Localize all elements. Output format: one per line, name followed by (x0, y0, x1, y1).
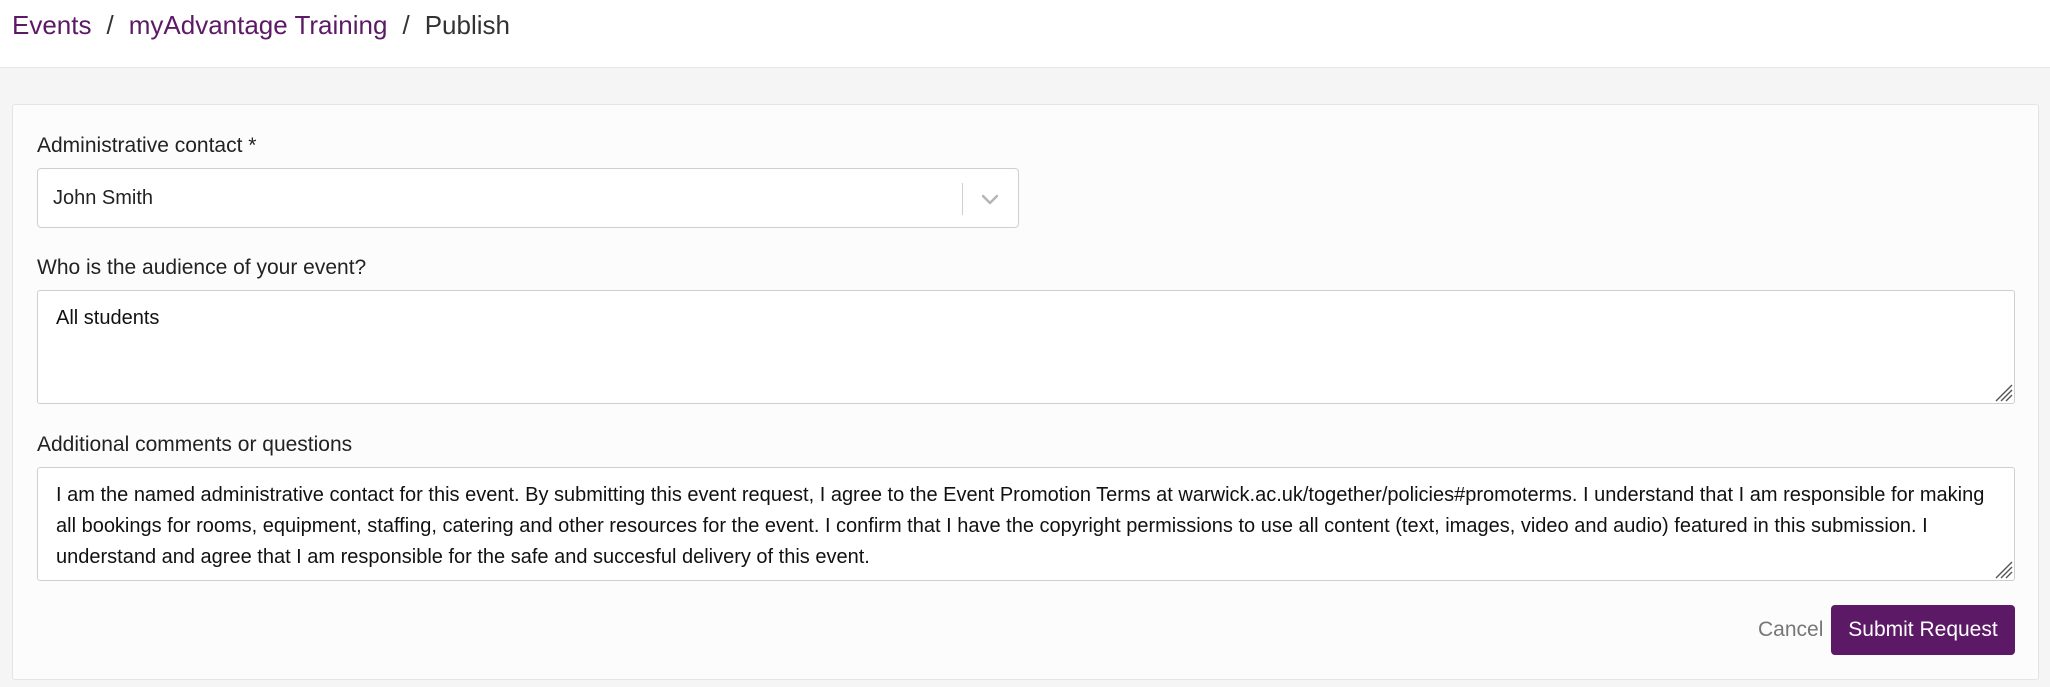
comments-textarea[interactable]: I am the named administrative contact fo… (37, 467, 2015, 581)
breadcrumb-events-link[interactable]: Events (12, 10, 92, 40)
breadcrumb-separator: / (106, 10, 114, 40)
audience-label: Who is the audience of your event? (37, 256, 367, 279)
publish-form-card: Administrative contact * John Smith Who … (12, 104, 2039, 680)
audience-textarea[interactable]: All students (37, 290, 2015, 404)
comments-text: I am the named administrative contact fo… (56, 484, 1985, 568)
resize-grip-icon[interactable] (1991, 557, 2013, 579)
breadcrumb: Events / myAdvantage Training / Publish (12, 10, 510, 40)
cancel-button[interactable]: Cancel (1748, 605, 1833, 655)
top-bar: Events / myAdvantage Training / Publish (0, 0, 2050, 68)
submit-request-button[interactable]: Submit Request (1831, 605, 2015, 655)
breadcrumb-separator: / (402, 10, 410, 40)
comments-label: Additional comments or questions (37, 433, 353, 456)
admin-contact-label: Administrative contact * (37, 134, 257, 157)
admin-contact-select[interactable]: John Smith (37, 168, 1019, 228)
select-divider (962, 183, 963, 215)
chevron-down-icon[interactable] (978, 187, 1002, 211)
breadcrumb-current-page: Publish (424, 10, 510, 40)
admin-contact-value: John Smith (53, 187, 154, 209)
resize-grip-icon[interactable] (1991, 380, 2013, 402)
audience-text: All students (56, 307, 160, 329)
breadcrumb-training-link[interactable]: myAdvantage Training (129, 10, 388, 40)
